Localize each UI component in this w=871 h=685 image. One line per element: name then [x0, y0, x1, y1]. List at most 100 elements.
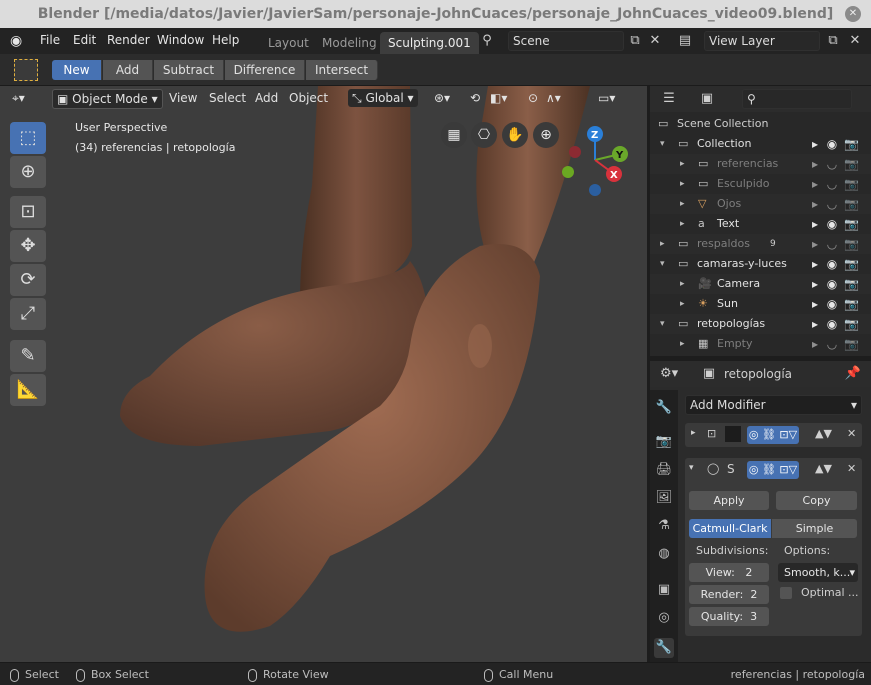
tab-modeling[interactable]: Modeling: [314, 32, 385, 54]
output-tab-icon[interactable]: 🖨: [654, 460, 674, 480]
expand-icon[interactable]: ▸: [680, 334, 685, 354]
outliner-row[interactable]: ▸ ▦ Empty ▸ ◡ 📷: [650, 334, 871, 354]
render-toggle-icon[interactable]: 📷: [844, 294, 859, 314]
tool-tab-icon[interactable]: 🔧: [654, 398, 674, 418]
scene-collection-row[interactable]: ▭ Scene Collection: [650, 114, 871, 134]
scale-tool-button[interactable]: ⤢: [10, 298, 46, 330]
move-tool-button[interactable]: ✥: [10, 230, 46, 262]
zoom-icon[interactable]: ⊕: [533, 122, 559, 148]
snap-icon[interactable]: ⟲: [470, 91, 480, 105]
render-toggle-icon[interactable]: 📷: [844, 194, 859, 214]
cursor-tool-button[interactable]: ⊕: [10, 156, 46, 188]
world-tab-icon[interactable]: ◍: [654, 544, 674, 564]
select-toggle-icon[interactable]: ▸: [808, 274, 822, 294]
expand-icon[interactable]: ▸: [680, 214, 685, 234]
simple-toggle[interactable]: Simple: [772, 519, 857, 538]
render-toggle-icon[interactable]: 📷: [844, 234, 859, 254]
render-toggle-icon[interactable]: 📷: [844, 214, 859, 234]
expand-icon[interactable]: ▸: [680, 194, 685, 214]
modifier-visibility-toggles[interactable]: ◎ ⛓ ⊡▽: [747, 461, 799, 479]
render-toggle-icon[interactable]: 📷: [844, 134, 859, 154]
bool-subtract-button[interactable]: Subtract: [154, 60, 224, 80]
expand-icon[interactable]: ▸: [691, 428, 696, 438]
modifier-name[interactable]: S: [727, 462, 735, 476]
remove-modifier-icon[interactable]: ✕: [847, 462, 856, 475]
render-toggle-icon[interactable]: 📷: [844, 154, 859, 174]
outliner-row[interactable]: ▸ 🎥 Camera ▸ ◉ 📷: [650, 274, 871, 294]
outliner-row[interactable]: ▸ ▭ referencias ▸ ◡ 📷: [650, 154, 871, 174]
transform-orientation-select[interactable]: ⤡ Global ▾: [348, 89, 418, 107]
menu-edit[interactable]: Edit: [73, 33, 96, 47]
view-layer-icon[interactable]: ▤: [676, 32, 694, 50]
outliner-row[interactable]: ▸ ☀ Sun ▸ ◉ 📷: [650, 294, 871, 314]
falloff-icon[interactable]: ∧▾: [546, 91, 561, 105]
delete-view-layer-icon[interactable]: ✕: [846, 32, 864, 50]
view-layer-tab-icon[interactable]: 🖼: [654, 488, 674, 508]
hide-toggle-icon[interactable]: ◡: [825, 334, 839, 354]
hide-toggle-icon[interactable]: ◉: [825, 254, 839, 274]
axis-gizmo[interactable]: Z Y X: [558, 122, 632, 200]
apply-button[interactable]: Apply: [689, 491, 769, 510]
collapse-icon[interactable]: ▾: [689, 463, 694, 473]
move-up-down-icon[interactable]: ▲▼: [815, 427, 832, 440]
annotate-tool-button[interactable]: ✎: [10, 340, 46, 372]
render-toggle-icon[interactable]: 📷: [844, 334, 859, 354]
blender-logo-icon[interactable]: ◉: [10, 33, 22, 49]
bool-add-button[interactable]: Add: [103, 60, 153, 80]
render-toggle-icon[interactable]: 📷: [844, 174, 859, 194]
render-toggle-icon[interactable]: 📷: [844, 254, 859, 274]
measure-tool-button[interactable]: 📐: [10, 374, 46, 406]
outliner-search-input[interactable]: ⚲: [742, 89, 852, 109]
snap-target-icon[interactable]: ◧▾: [490, 91, 507, 105]
quality-field[interactable]: Quality: 3: [689, 607, 769, 626]
select-toggle-icon[interactable]: ▸: [808, 314, 822, 334]
select-toggle-icon[interactable]: ▸: [808, 294, 822, 314]
toggle-grid-icon[interactable]: ▦: [441, 122, 467, 148]
bool-new-button[interactable]: New: [52, 60, 102, 80]
pin-icon[interactable]: 📌: [844, 365, 862, 383]
scene-selector-icon[interactable]: ⚲: [478, 32, 496, 50]
scene-field[interactable]: Scene: [508, 31, 624, 51]
select-box-tool-button[interactable]: ⬚: [10, 122, 46, 154]
hide-toggle-icon[interactable]: ◉: [825, 294, 839, 314]
expand-icon[interactable]: ▾: [660, 134, 665, 154]
pivot-icon[interactable]: ⊛▾: [434, 91, 450, 105]
select-toggle-icon[interactable]: ▸: [808, 214, 822, 234]
vp-menu-select[interactable]: Select: [209, 91, 246, 105]
tab-layout[interactable]: Layout: [260, 32, 317, 54]
menu-render[interactable]: Render: [107, 33, 150, 47]
filter-icon[interactable]: ▣: [698, 90, 716, 108]
view-object-types-icon[interactable]: ▭▾: [598, 91, 615, 105]
mode-select[interactable]: ▣ Object Mode ▾: [52, 89, 163, 109]
modifier-tab-icon[interactable]: 🔧: [654, 638, 674, 658]
select-toggle-icon[interactable]: ▸: [808, 254, 822, 274]
hide-toggle-icon[interactable]: ◉: [825, 214, 839, 234]
add-modifier-dropdown[interactable]: Add Modifier ▾: [685, 395, 862, 415]
viewport-3d[interactable]: [0, 86, 647, 662]
copy-button[interactable]: Copy: [776, 491, 857, 510]
new-scene-icon[interactable]: ⧉: [626, 32, 644, 50]
menu-help[interactable]: Help: [212, 33, 239, 47]
object-tab-icon[interactable]: ▣: [654, 580, 674, 600]
rotate-tool-button[interactable]: ⟳: [10, 264, 46, 296]
bool-intersect-button[interactable]: Intersect: [306, 60, 378, 80]
select-toggle-icon[interactable]: ▸: [808, 234, 822, 254]
remove-modifier-icon[interactable]: ✕: [847, 427, 856, 440]
menu-window[interactable]: Window: [157, 33, 204, 47]
expand-icon[interactable]: ▸: [680, 294, 685, 314]
select-toggle-icon[interactable]: ▸: [808, 194, 822, 214]
optimal-display-checkbox[interactable]: [780, 587, 792, 599]
outliner-row[interactable]: ▸ ▽ Ojos ▸ ◡ 📷: [650, 194, 871, 214]
expand-icon[interactable]: ▾: [660, 254, 665, 274]
outliner-row[interactable]: ▾ ▭ Collection ▸ ◉ 📷: [650, 134, 871, 154]
outliner-row[interactable]: ▾ ▭ camaras-y-luces ▸ ◉ 📷: [650, 254, 871, 274]
delete-scene-icon[interactable]: ✕: [646, 32, 664, 50]
expand-icon[interactable]: ▾: [660, 314, 665, 334]
hide-toggle-icon[interactable]: ◉: [825, 134, 839, 154]
hide-toggle-icon[interactable]: ◉: [825, 274, 839, 294]
outliner-display-icon[interactable]: ☰: [660, 90, 678, 108]
outliner-row[interactable]: ▸ ▭ Esculpido ▸ ◡ 📷: [650, 174, 871, 194]
expand-icon[interactable]: ▸: [660, 234, 665, 254]
camera-view-icon[interactable]: ⎔: [471, 122, 497, 148]
vp-menu-add[interactable]: Add: [255, 91, 278, 105]
